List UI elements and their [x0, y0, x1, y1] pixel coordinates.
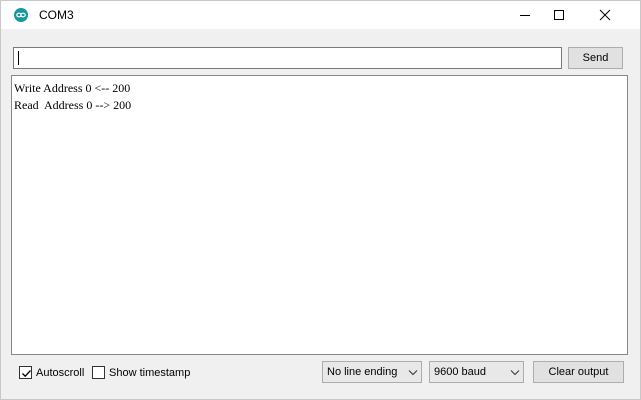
- clear-output-button[interactable]: Clear output: [533, 361, 624, 383]
- title-bar[interactable]: COM3: [1, 1, 640, 29]
- output-line: Write Address 0 <-- 200: [14, 81, 131, 95]
- maximize-icon: [554, 10, 564, 20]
- show-timestamp-checkbox[interactable]: Show timestamp: [92, 366, 192, 382]
- arduino-icon: [14, 8, 28, 22]
- maximize-button[interactable]: [536, 1, 582, 29]
- line-ending-select[interactable]: No line ending: [322, 361, 422, 383]
- chevron-down-icon: [408, 370, 418, 376]
- autoscroll-checkbox[interactable]: Autoscroll: [19, 366, 89, 382]
- close-button[interactable]: [582, 1, 628, 29]
- serial-output-area[interactable]: Write Address 0 <-- 200 Read Address 0 -…: [11, 75, 628, 355]
- send-toolbar: Send: [1, 29, 640, 75]
- serial-monitor-window: COM3 Send Write Address 0 <-- 200 Read A…: [0, 0, 641, 400]
- send-button[interactable]: Send: [568, 47, 623, 69]
- baud-rate-select[interactable]: 9600 baud: [429, 361, 524, 383]
- window-title: COM3: [39, 8, 74, 22]
- checkbox-box: [19, 366, 32, 379]
- line-ending-value: No line ending: [327, 366, 398, 378]
- minimize-icon: [520, 15, 530, 16]
- close-icon: [599, 9, 611, 21]
- serial-input-field[interactable]: [13, 47, 562, 69]
- baud-rate-value: 9600 baud: [434, 366, 486, 378]
- output-line: Read Address 0 --> 200: [14, 98, 132, 112]
- checkbox-box: [92, 366, 105, 379]
- text-caret: [18, 51, 19, 65]
- checkmark-icon: [22, 370, 31, 378]
- bottom-toolbar: Autoscroll Show timestamp No line ending…: [1, 357, 640, 399]
- autoscroll-label: Autoscroll: [36, 367, 85, 379]
- chevron-down-icon: [510, 370, 520, 376]
- show-timestamp-label: Show timestamp: [109, 367, 191, 379]
